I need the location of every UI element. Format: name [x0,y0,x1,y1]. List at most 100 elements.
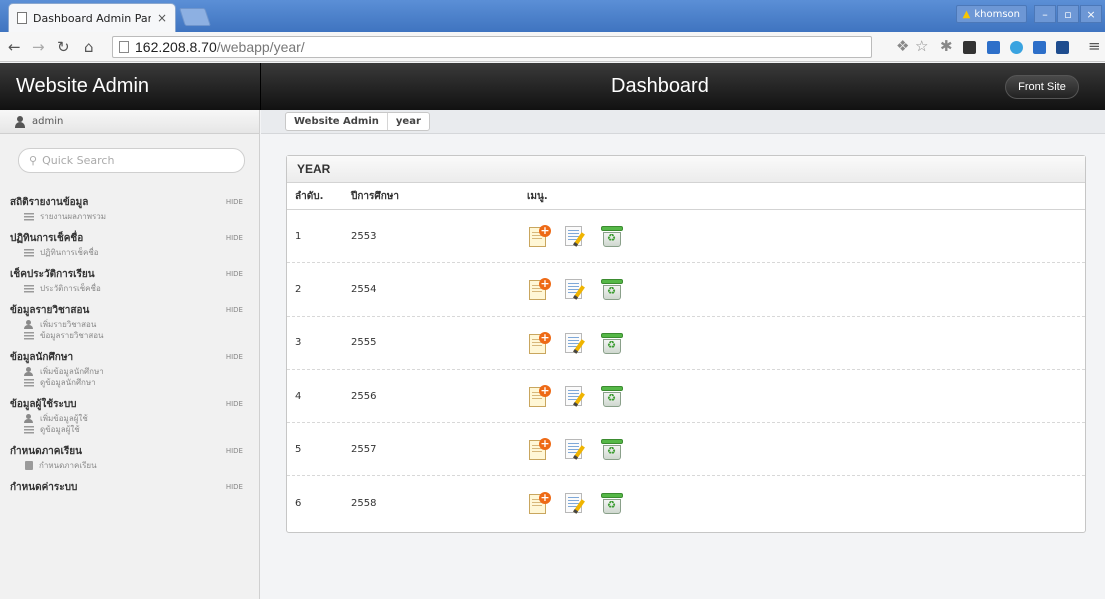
new-tab-button[interactable] [179,8,211,26]
hide-toggle[interactable]: HIDE [226,198,243,206]
forward-icon[interactable]: → [32,38,45,56]
extension-icon[interactable] [1010,41,1023,54]
sidebar-section: ปฏิทินการเช็คชื่อ HIDE ปฏิทินการเช็คชื่อ [0,229,259,258]
edit-icon[interactable] [565,438,587,461]
sidebar-section-title[interactable]: กำหนดภาคเรียน [10,444,82,459]
list-icon [24,425,34,434]
sidebar-section-title[interactable]: ข้อมูลรายวิชาสอน [10,303,89,318]
hide-toggle[interactable]: HIDE [226,353,243,361]
hide-toggle[interactable]: HIDE [226,234,243,242]
sidebar-item-label: ดูข้อมูลผู้ใช้ [40,425,80,434]
sidebar-section-title[interactable]: เช็คประวัติการเรียน [10,267,95,282]
breadcrumb-home[interactable]: Website Admin [286,113,388,130]
sidebar-section-title[interactable]: ปฏิทินการเช็คชื่อ [10,231,83,246]
sidebar-item-label: รายงานผลภาพรวม [40,212,107,221]
table-row: 6 2558 + [287,476,1085,529]
translate-icon[interactable]: ❖ [896,37,909,55]
add-user-icon [24,319,34,330]
warning-icon: ▲ [962,8,971,20]
delete-icon[interactable] [601,492,623,515]
sidebar-section: เช็คประวัติการเรียน HIDE ประวัติการเช็คชื… [0,265,259,294]
panel-title: YEAR [287,156,1085,183]
hide-toggle[interactable]: HIDE [226,447,243,455]
page-icon [119,41,129,53]
sidebar-section-title[interactable]: ข้อมูลนักศึกษา [10,350,73,365]
hide-toggle[interactable]: HIDE [226,270,243,278]
back-icon[interactable]: ← [8,38,21,56]
sidebar-item[interactable]: กำหนดภาคเรียน [10,460,245,471]
close-window-icon[interactable]: × [1080,5,1102,23]
table-row: 4 2556 + [287,370,1085,424]
add-icon[interactable]: + [529,438,551,461]
add-icon[interactable]: + [529,385,551,408]
delete-icon[interactable] [601,385,623,408]
extension-icon[interactable] [963,41,976,54]
hide-toggle[interactable]: HIDE [226,306,243,314]
quick-search-input[interactable]: ⚲ Quick Search [18,148,245,173]
extension-icon[interactable]: ✱ [940,37,953,55]
sidebar-section-title[interactable]: สถิติรายงานข้อมูล [10,195,88,210]
sidebar-section: ข้อมูลรายวิชาสอน HIDE เพิ่มรายวิชาสอน ข้อ… [0,301,259,341]
sidebar-section-title[interactable]: ข้อมูลผู้ใช้ระบบ [10,397,77,412]
delete-icon[interactable] [601,332,623,354]
edit-icon[interactable] [565,385,587,407]
close-tab-icon[interactable]: × [157,11,167,25]
list-icon [24,378,34,387]
minimize-icon[interactable]: – [1034,5,1056,23]
maximize-icon[interactable]: ▫ [1057,5,1079,23]
extension-icon[interactable] [1033,41,1046,54]
extension-icon[interactable] [987,41,1000,54]
delete-icon[interactable] [601,438,623,461]
username: admin [32,116,64,127]
sidebar-item[interactable]: ปฏิทินการเช็คชื่อ [10,247,245,258]
edit-icon[interactable] [565,492,587,514]
front-site-button[interactable]: Front Site [1005,75,1079,99]
edit-icon[interactable] [565,278,587,301]
header-divider [260,63,261,110]
sidebar-item[interactable]: ข้อมูลรายวิชาสอน [10,330,245,341]
column-header-menu: เมนู. [527,190,548,202]
menu-icon[interactable]: ≡ [1088,37,1101,55]
edit-icon[interactable] [565,332,587,354]
hide-toggle[interactable]: HIDE [226,400,243,408]
add-icon[interactable]: + [529,225,551,248]
delete-icon[interactable] [601,225,623,248]
row-year: 2558 [351,497,377,509]
table-row: 2 2554 + [287,263,1085,317]
extension-icon[interactable] [1056,41,1069,54]
url-input[interactable]: 162.208.8.70/webapp/year/ [112,36,872,58]
delete-icon[interactable] [601,278,623,301]
user-icon [14,115,26,128]
sidebar-item-label: ดูข้อมูลนักศึกษา [40,378,96,387]
sidebar-section-title[interactable]: กำหนดค่าระบบ [10,480,77,495]
year-panel: YEAR ลำดับ. ปีการศึกษา เมนู. 1 2553 + 2 … [286,155,1086,533]
sidebar-item[interactable]: รายงานผลภาพรวม [10,211,245,222]
hide-toggle[interactable]: HIDE [226,483,243,491]
home-icon[interactable]: ⌂ [84,38,94,56]
add-icon[interactable]: + [529,492,551,515]
sidebar: admin ⚲ Quick Search สถิติรายงานข้อมูล HI… [0,110,260,599]
breadcrumb-current[interactable]: year [388,113,429,130]
list-icon [24,212,34,221]
add-icon[interactable]: + [529,331,551,354]
edit-icon[interactable] [565,225,587,247]
sidebar-item-label: กำหนดภาคเรียน [39,461,97,470]
browser-tab[interactable]: Dashboard Admin Panel × [8,3,176,32]
sidebar-item[interactable]: ดูข้อมูลผู้ใช้ [10,424,245,435]
bookmark-star-icon[interactable]: ☆ [915,37,928,55]
sidebar-item[interactable]: ประวัติการเช็คชื่อ [10,283,245,294]
brand-title[interactable]: Website Admin [16,75,149,98]
add-icon[interactable]: + [529,278,551,301]
table-row: 3 2555 + [287,317,1085,370]
row-year: 2554 [351,283,377,295]
row-number: 2 [295,283,302,295]
profile-button[interactable]: ▲ khomson [955,5,1027,23]
tab-title: Dashboard Admin Panel [33,11,151,25]
search-placeholder: Quick Search [42,154,115,167]
sidebar-item[interactable]: ดูข้อมูลนักศึกษา [10,377,245,388]
url-host: 162.208.8.70 [135,39,217,55]
reload-icon[interactable]: ↻ [57,38,70,56]
sidebar-section: กำหนดค่าระบบ HIDE [0,478,259,496]
lock-icon [25,461,33,470]
sidebar-section: ข้อมูลผู้ใช้ระบบ HIDE เพิ่มข้อมูลผู้ใช้ ด… [0,395,259,435]
